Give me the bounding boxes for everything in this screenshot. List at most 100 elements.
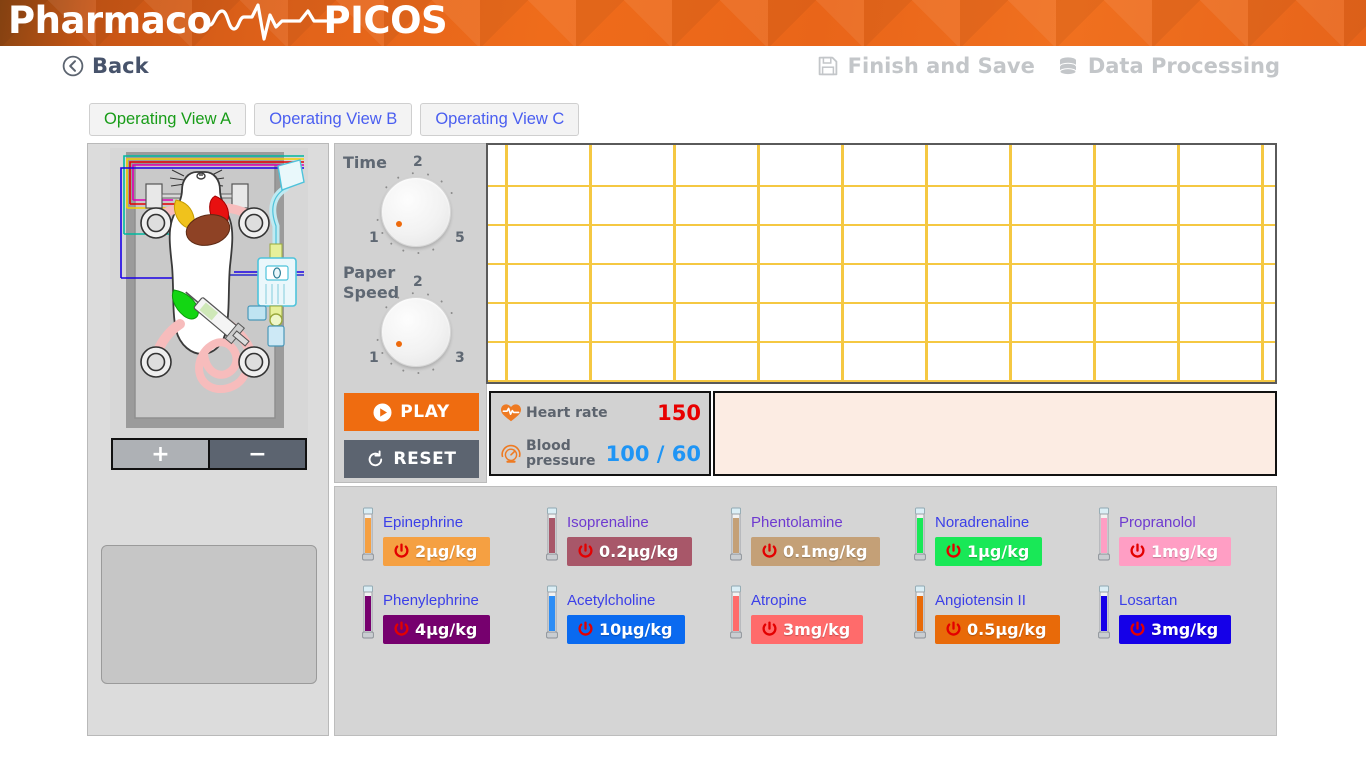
drug-item-phenylephrine: Phenylephrine 4µg/kg [348, 578, 532, 656]
drug-dose-button[interactable]: 3mg/kg [1119, 615, 1232, 644]
drug-item-epinephrine: Epinephrine 2µg/kg [348, 500, 532, 578]
drug-item-propranolol: Propranolol 1mg/kg [1084, 500, 1268, 578]
drug-name-label: Losartan [1119, 592, 1178, 609]
drug-name-label: Isoprenaline [567, 514, 649, 531]
recorder-chart[interactable] [486, 143, 1277, 384]
power-icon [946, 543, 961, 558]
floppy-disk-icon [818, 56, 837, 76]
app-header-bar: Pharmaco PICOS [0, 0, 1366, 46]
tab-operating-view-c[interactable]: Operating View C [420, 103, 580, 136]
tab-operating-view-a[interactable]: Operating View A [89, 103, 247, 136]
preparation-panel: + − [87, 143, 329, 736]
drug-item-losartan: Losartan 3mg/kg [1084, 578, 1268, 656]
vitals-panel: Heart rate 150 Blood pressure 100 / 60 [489, 391, 711, 476]
finish-and-save-label: Finish and Save [847, 54, 1035, 78]
drug-dose-label: 1mg/kg [1151, 542, 1219, 561]
rat-preparation-view[interactable] [110, 148, 308, 438]
vial-icon [1096, 585, 1112, 646]
drug-dose-label: 1µg/kg [967, 542, 1030, 561]
recorder-control-panel: Time 2 1 5 Paper Speed 2 1 3 PLAY RESET [334, 143, 487, 483]
vial-icon [728, 507, 744, 568]
back-button[interactable]: Back [62, 54, 149, 78]
drug-dose-button[interactable]: 3mg/kg [751, 615, 864, 644]
drug-dose-button[interactable]: 0.5µg/kg [935, 615, 1060, 644]
drug-dose-button[interactable]: 4µg/kg [383, 615, 491, 644]
drug-name-label: Atropine [751, 592, 807, 609]
time-knob-ticks [373, 169, 461, 257]
drug-name-label: Noradrenaline [935, 514, 1030, 531]
drug-item-phentolamine: Phentolamine 0.1mg/kg [716, 500, 900, 578]
time-knob-group: Time 2 1 5 [335, 144, 488, 255]
drug-name-label: Angiotensin II [935, 592, 1026, 609]
drug-dose-button[interactable]: 2µg/kg [383, 537, 491, 566]
heart-rate-value: 150 [657, 401, 701, 426]
vial-icon [912, 585, 928, 646]
drug-item-atropine: Atropine 3mg/kg [716, 578, 900, 656]
drug-dose-button[interactable]: 1µg/kg [935, 537, 1043, 566]
power-icon [578, 621, 593, 636]
vial-icon [544, 507, 560, 568]
reset-button[interactable]: RESET [344, 440, 479, 478]
finish-and-save-button[interactable]: Finish and Save [817, 54, 1035, 78]
tab-operating-view-b[interactable]: Operating View B [254, 103, 413, 136]
paper-speed-knob-label-line1: Paper [343, 263, 396, 282]
heart-rate-label: Heart rate [526, 404, 608, 421]
ecg-waveform-icon [207, 3, 328, 41]
vial-icon [912, 507, 928, 568]
drug-dose-label: 4µg/kg [415, 620, 478, 639]
paper-speed-knob-group: Paper Speed 2 1 3 [335, 254, 488, 375]
logo-text-left: Pharmaco [8, 0, 212, 42]
heart-pulse-icon [500, 403, 526, 423]
drug-grid: Epinephrine 2µg/kg Isoprenaline 0.2µg/kg… [348, 500, 1268, 656]
power-icon [762, 621, 777, 636]
vial-icon [544, 585, 560, 646]
zoom-out-button[interactable]: − [208, 440, 305, 468]
play-button[interactable]: PLAY [344, 393, 479, 431]
event-log-panel [713, 391, 1277, 476]
drug-dose-button[interactable]: 10µg/kg [567, 615, 686, 644]
time-knob-dial[interactable] [376, 172, 454, 255]
blood-pressure-value: 100 / 60 [605, 441, 701, 466]
paper-speed-knob-mid-label: 2 [413, 274, 423, 290]
power-icon [578, 543, 593, 558]
drug-dose-label: 0.2µg/kg [599, 542, 679, 561]
vitals-row-heart-rate: Heart rate 150 [491, 393, 709, 434]
power-icon [946, 621, 961, 636]
vial-icon [1096, 507, 1112, 568]
back-label: Back [92, 54, 149, 78]
drug-item-angiotensin-ii: Angiotensin II 0.5µg/kg [900, 578, 1084, 656]
app-logo: Pharmaco PICOS [8, 0, 448, 44]
power-icon [394, 621, 409, 636]
app-root: Pharmaco PICOS Back Finish and Save Data… [0, 0, 1366, 768]
drug-item-acetylcholine: Acetylcholine 10µg/kg [532, 578, 716, 656]
vial-icon [360, 507, 376, 568]
time-knob-indicator [396, 221, 402, 227]
drug-dose-label: 10µg/kg [599, 620, 673, 639]
power-icon [394, 543, 409, 558]
paper-speed-knob-dial[interactable] [376, 292, 454, 375]
vitals-row-blood-pressure: Blood pressure 100 / 60 [491, 434, 709, 475]
drug-name-label: Acetylcholine [567, 592, 656, 609]
drug-dose-button[interactable]: 1mg/kg [1119, 537, 1232, 566]
zoom-controls: + − [111, 438, 307, 470]
paper-speed-knob-indicator [396, 341, 402, 347]
drug-dose-label: 3mg/kg [1151, 620, 1219, 639]
data-processing-button[interactable]: Data Processing [1057, 54, 1280, 78]
zoom-in-button[interactable]: + [113, 440, 208, 468]
vial-icon [728, 585, 744, 646]
time-knob-mid-label: 2 [413, 154, 423, 170]
data-processing-label: Data Processing [1087, 54, 1280, 78]
drug-name-label: Epinephrine [383, 514, 464, 531]
database-stack-icon [1059, 57, 1077, 76]
drug-name-label: Phenylephrine [383, 592, 479, 609]
drug-name-label: Propranolol [1119, 514, 1196, 531]
reset-arrow-icon [369, 449, 383, 466]
drug-dose-button[interactable]: 0.1mg/kg [751, 537, 881, 566]
drug-dose-button[interactable]: 0.2µg/kg [567, 537, 692, 566]
drug-item-noradrenaline: Noradrenaline 1µg/kg [900, 500, 1084, 578]
play-label: PLAY [400, 402, 450, 422]
chart-gridlines [488, 145, 1275, 382]
drug-name-label: Phentolamine [751, 514, 843, 531]
drug-dose-label: 0.5µg/kg [967, 620, 1047, 639]
secondary-preview-placeholder [101, 545, 317, 684]
